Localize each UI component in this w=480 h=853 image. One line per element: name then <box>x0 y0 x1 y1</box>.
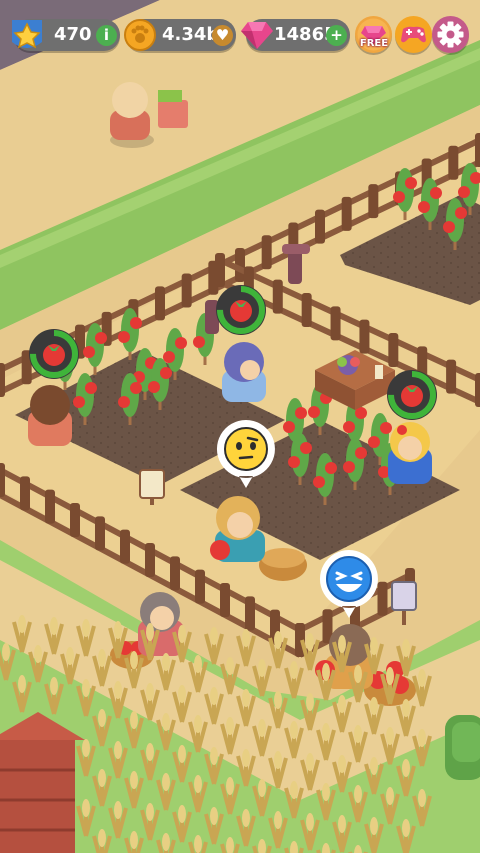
coins-value: 4.34b <box>162 24 220 45</box>
farmer-left-plot[interactable] <box>28 385 72 446</box>
star-badge-icon <box>12 20 42 49</box>
bush <box>445 715 480 780</box>
free-gem-label: FREE <box>359 38 389 49</box>
heart-icon[interactable]: ♥ <box>212 25 233 46</box>
plus-icon[interactable]: + <box>326 25 347 46</box>
level-value: 470 <box>54 24 92 45</box>
gear-icon <box>437 21 464 48</box>
silo[interactable] <box>0 712 85 853</box>
basket-middle[interactable] <box>259 548 307 581</box>
top-hud: 470 i 4.34b ♥ 14865 + FREE <box>0 0 480 60</box>
tomato-icon <box>43 344 65 366</box>
gamepad-icon <box>401 26 426 43</box>
farmer-blonde[interactable] <box>388 422 432 484</box>
game-button[interactable] <box>395 16 432 53</box>
farm-scene[interactable]: 470 i 4.34b ♥ 14865 + FREE <box>0 0 480 853</box>
neutral-face-emote[interactable] <box>215 418 277 490</box>
tomato-icon <box>401 385 423 407</box>
farmer-purple-hair[interactable] <box>222 342 266 402</box>
paw-coin-icon <box>124 19 156 51</box>
tomato-progress-middle[interactable] <box>214 283 268 337</box>
tomato-progress-left[interactable] <box>27 327 81 381</box>
laughing-face-emote[interactable] <box>318 548 380 620</box>
info-icon[interactable]: i <box>96 25 117 46</box>
tomato-icon <box>230 300 252 322</box>
tomato-progress-right[interactable] <box>385 368 439 422</box>
pink-gem-icon <box>241 22 273 49</box>
settings-button[interactable] <box>432 16 469 53</box>
